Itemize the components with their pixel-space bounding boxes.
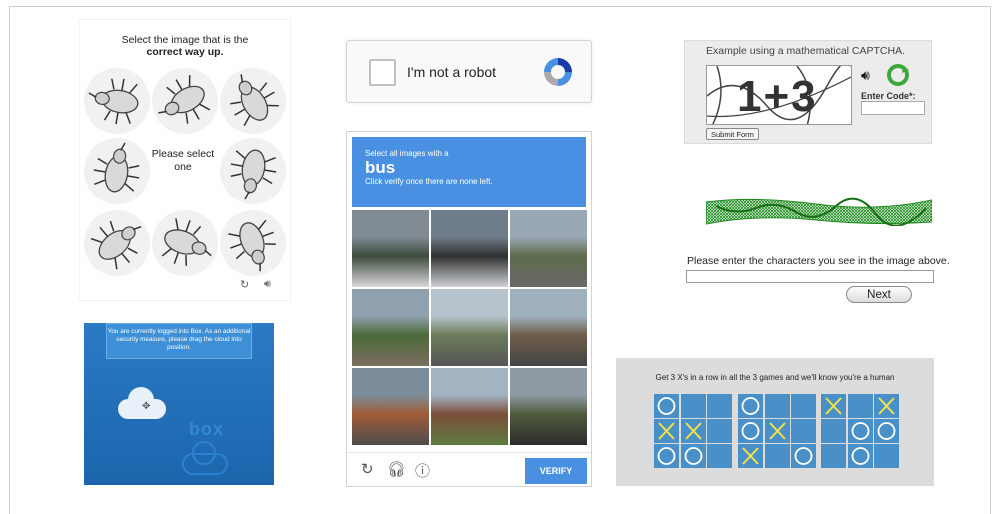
challenge-header: Select all images with a bus Click verif… [352, 137, 586, 207]
weevil-image-option[interactable] [84, 138, 150, 204]
empty-cell[interactable] [847, 394, 873, 418]
empty-cell[interactable] [874, 444, 899, 468]
empty-cell[interactable] [680, 394, 706, 418]
orientation-captcha: Select the image that is the correct way… [80, 20, 290, 300]
o-mark-cell[interactable] [847, 444, 873, 468]
tictactoe-board [821, 394, 901, 469]
characters-input[interactable] [686, 270, 934, 283]
instruction-emphasis: correct way up. [146, 46, 224, 58]
recaptcha-logo-icon [544, 58, 572, 86]
weevil-image-option[interactable] [84, 210, 150, 276]
tictactoe-board [654, 394, 734, 469]
x-mark-cell[interactable] [654, 419, 679, 443]
refresh-icon[interactable]: ↻ [240, 278, 249, 291]
empty-cell[interactable] [707, 394, 732, 418]
please-select-text: Please select one [151, 148, 215, 173]
info-icon[interactable]: ⓘ [415, 460, 430, 481]
instruction-line: Select the image that is the [121, 34, 249, 46]
audio-icon[interactable]: 🔊︎ [264, 278, 271, 291]
refresh-icon[interactable] [887, 64, 909, 86]
empty-cell[interactable] [707, 419, 732, 443]
image-tile[interactable] [352, 289, 429, 366]
x-mark-cell[interactable] [874, 394, 899, 418]
image-tile[interactable] [431, 289, 508, 366]
box-security-message: You are currently logged into Box. As an… [106, 323, 252, 359]
o-mark-cell[interactable] [847, 419, 873, 443]
image-tile[interactable] [352, 210, 429, 287]
verify-button[interactable]: VERIFY [525, 458, 587, 484]
empty-cell[interactable] [707, 444, 732, 468]
o-mark-cell[interactable] [738, 419, 763, 443]
box-logo: box [189, 419, 225, 439]
challenge-footer: ↻ 🎧︎ ⓘ VERIFY [347, 452, 591, 486]
empty-cell[interactable] [764, 444, 790, 468]
weevil-image-option[interactable] [152, 68, 218, 134]
box-drag-captcha: You are currently logged into Box. As an… [84, 323, 274, 485]
empty-cell[interactable] [791, 394, 816, 418]
weevil-image-option[interactable] [220, 138, 286, 204]
weevil-image-option[interactable] [152, 210, 218, 276]
o-mark-cell[interactable] [791, 444, 816, 468]
math-captcha: Example using a mathematical CAPTCHA. 1+… [684, 40, 932, 144]
empty-cell[interactable] [821, 444, 846, 468]
image-tile[interactable] [510, 289, 587, 366]
recaptcha-checkbox-widget: I'm not a robot [346, 40, 592, 103]
image-tile[interactable] [352, 368, 429, 445]
o-mark-cell[interactable] [738, 394, 763, 418]
submit-form-button[interactable]: Submit Form [706, 128, 759, 140]
not-robot-label: I'm not a robot [407, 64, 497, 80]
headphones-icon[interactable]: 🎧︎ [387, 460, 406, 478]
x-mark-cell[interactable] [821, 394, 846, 418]
weevil-image-option[interactable] [220, 210, 286, 276]
tictactoe-board [738, 394, 818, 469]
move-cursor-icon: ✥ [142, 401, 151, 412]
orientation-instruction: Select the image that is the correct way… [80, 34, 290, 58]
image-tile[interactable] [431, 368, 508, 445]
audio-icon[interactable]: 🔊︎ [861, 67, 870, 84]
math-captcha-image: 1+3 [706, 65, 852, 125]
image-tiles [352, 210, 587, 446]
tictactoe-instruction: Get 3 X's in a row in all the 3 games an… [655, 373, 895, 382]
empty-cell[interactable] [791, 419, 816, 443]
enter-code-label: Enter Code*: [861, 91, 916, 101]
x-mark-cell[interactable] [680, 419, 706, 443]
code-input[interactable] [861, 101, 925, 115]
image-tile[interactable] [510, 210, 587, 287]
characters-prompt: Please enter the characters you see in t… [687, 255, 950, 267]
math-expression: 1+3 [737, 72, 818, 121]
empty-cell[interactable] [764, 394, 790, 418]
image-tile[interactable] [431, 210, 508, 287]
weevil-image-option[interactable] [220, 68, 286, 134]
instruction-line: Click verify once there are none left. [365, 177, 493, 186]
not-robot-checkbox[interactable] [369, 59, 396, 86]
next-button[interactable]: Next [846, 286, 912, 303]
empty-cell[interactable] [821, 419, 846, 443]
x-mark-cell[interactable] [764, 419, 790, 443]
reload-icon[interactable]: ↻ [361, 460, 374, 478]
weevil-image-option[interactable] [84, 68, 150, 134]
instruction-line: Select all images with a [365, 149, 449, 158]
cloud-target-top [192, 441, 216, 465]
math-captcha-title: Example using a mathematical CAPTCHA. [706, 45, 905, 57]
target-object: bus [365, 158, 396, 177]
o-mark-cell[interactable] [680, 444, 706, 468]
o-mark-cell[interactable] [874, 419, 899, 443]
o-mark-cell[interactable] [654, 444, 679, 468]
tictactoe-captcha: Get 3 X's in a row in all the 3 games an… [616, 358, 934, 486]
recaptcha-image-challenge: Select all images with a bus Click verif… [346, 131, 592, 487]
image-tile[interactable] [510, 368, 587, 445]
o-mark-cell[interactable] [654, 394, 679, 418]
x-mark-cell[interactable] [738, 444, 763, 468]
distorted-text-image [706, 196, 932, 226]
